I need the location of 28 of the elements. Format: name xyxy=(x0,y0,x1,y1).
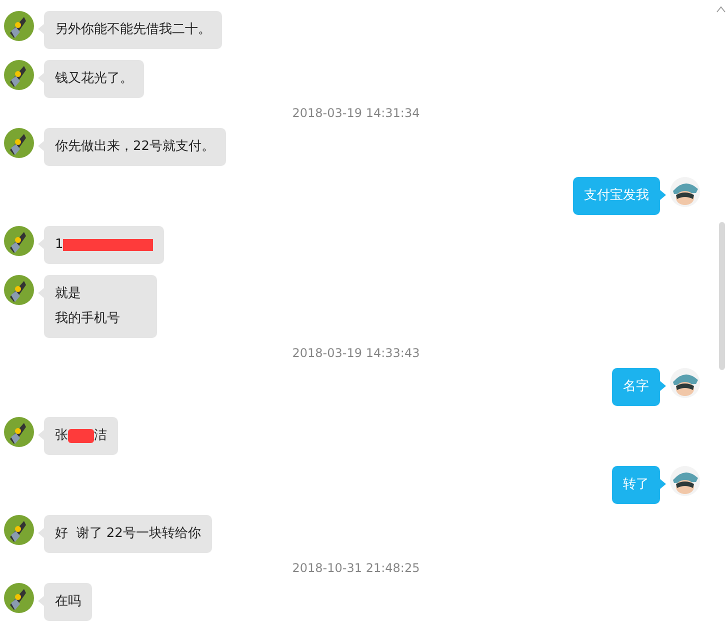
avatar xyxy=(670,368,700,398)
timestamp: 2018-10-31 21:48:25 xyxy=(292,561,420,575)
avatar xyxy=(4,583,34,613)
avatar xyxy=(4,515,34,545)
redaction-mark xyxy=(68,429,94,443)
avatar xyxy=(670,466,700,496)
timestamp: 2018-03-19 14:31:34 xyxy=(292,106,420,120)
message-bubble: 支付宝发我 xyxy=(573,177,660,215)
message-bubble: 转了 xyxy=(612,466,660,504)
avatar xyxy=(4,417,34,447)
message-bubble: 钱又花光了。 xyxy=(44,60,144,98)
avatar xyxy=(670,177,700,207)
scrollbar[interactable] xyxy=(719,222,725,370)
avatar xyxy=(4,128,34,158)
message-bubble: 就是 我的手机号 xyxy=(44,275,157,338)
avatar xyxy=(4,60,34,90)
collapse-icon[interactable] xyxy=(716,6,726,13)
message-bubble: 在吗 xyxy=(44,583,92,621)
message-bubble: 另外你能不能先借我二十。 xyxy=(44,11,222,49)
avatar xyxy=(4,275,34,305)
timestamp: 2018-03-19 14:33:43 xyxy=(292,346,420,360)
message-bubble: 你先做出来，22号就支付。 xyxy=(44,128,226,166)
message-bubble: 张 洁 xyxy=(44,417,118,455)
message-bubble: 好 谢了 22号一块转给你 xyxy=(44,515,212,553)
message-bubble: 名字 xyxy=(612,368,660,406)
message-bubble: 1 xyxy=(44,226,164,264)
avatar xyxy=(4,11,34,41)
avatar xyxy=(4,226,34,256)
